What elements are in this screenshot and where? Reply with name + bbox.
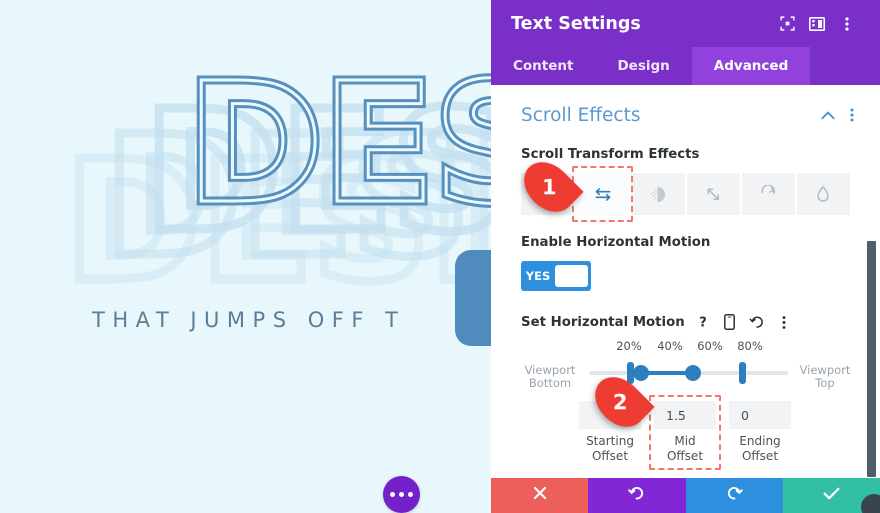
set-horizontal-motion-label: Set Horizontal Motion (521, 314, 685, 330)
headline-edge-shape (455, 250, 491, 346)
offset-fields: Starting Offset 1.5 Mid Offset 0 Ending … (491, 395, 880, 470)
ellipsis-icon (408, 492, 413, 497)
horizontal-motion-icon[interactable] (572, 166, 634, 222)
panel-scrollbar[interactable] (867, 241, 876, 477)
toggle-value: YES (525, 269, 551, 283)
slider-track[interactable] (589, 362, 788, 384)
scroll-effects-section-header: Scroll Effects (491, 85, 880, 127)
slider-handle-end[interactable] (739, 362, 746, 384)
horizontal-motion-slider[interactable]: 20% 40% 60% 80% Viewport Bottom Viewport… (491, 339, 880, 397)
starting-offset-caption-line1: Starting (586, 434, 634, 448)
resize-handle[interactable] (861, 494, 880, 513)
kebab-menu-icon[interactable] (840, 103, 864, 127)
design-headline-stack: DESIGN DESIGN DESIGN DESIGN DESIGN (0, 0, 491, 400)
viewport-top-line1: Viewport (799, 363, 851, 377)
page-subtitle: THAT JUMPS OFF T (92, 308, 406, 332)
redo-button[interactable] (685, 478, 783, 513)
cancel-button[interactable] (491, 478, 589, 513)
slider-handle-mid-low[interactable] (633, 365, 649, 381)
mobile-device-icon[interactable] (721, 313, 739, 331)
focus-frame-icon[interactable] (772, 9, 802, 39)
undo-button[interactable] (588, 478, 686, 513)
section-title: Scroll Effects (521, 104, 641, 126)
save-button[interactable] (782, 478, 880, 513)
scroll-transform-effects-label: Scroll Transform Effects (521, 147, 700, 162)
fade-icon[interactable] (631, 173, 685, 215)
enable-horizontal-motion-label: Enable Horizontal Motion (521, 235, 711, 250)
help-icon[interactable]: ? (694, 313, 712, 331)
mid-offset-input[interactable]: 1.5 (654, 401, 716, 429)
kebab-menu-icon[interactable] (832, 9, 862, 39)
slider-tick-20: 20% (616, 339, 642, 353)
viewport-bottom-line1: Viewport (524, 363, 576, 377)
rotate-icon[interactable] (741, 173, 795, 215)
slider-tick-80: 80% (737, 339, 763, 353)
redo-icon (726, 485, 743, 507)
tab-advanced[interactable]: Advanced (691, 47, 811, 85)
page-preview-canvas[interactable]: DESIGN DESIGN DESIGN DESIGN DESIGN THAT … (0, 0, 491, 513)
set-horizontal-motion-header: Set Horizontal Motion ? (491, 291, 880, 331)
viewport-top-line2: Top (815, 375, 835, 390)
text-settings-panel: Text Settings Content Design Advanced Sc… (491, 0, 880, 513)
starting-offset-caption: Starting Offset (579, 434, 641, 464)
viewport-bottom-label: Viewport Bottom (519, 364, 581, 389)
svg-text:?: ? (699, 316, 707, 331)
screenshot-root: DESIGN DESIGN DESIGN DESIGN DESIGN THAT … (0, 0, 880, 513)
kebab-menu-icon[interactable] (775, 313, 793, 331)
slider-tick-40: 40% (657, 339, 683, 353)
ellipsis-icon (399, 492, 404, 497)
ending-offset-caption: Ending Offset (729, 434, 791, 464)
check-icon (823, 487, 840, 505)
layout-panel-icon[interactable] (802, 9, 832, 39)
headline-inline: DESIGN (185, 48, 491, 241)
reset-icon[interactable] (748, 313, 766, 331)
blur-icon[interactable] (796, 173, 851, 215)
offset-inputs-row: Starting Offset 1.5 Mid Offset 0 Ending … (521, 395, 850, 470)
mid-offset-caption-line1: Mid (674, 434, 696, 448)
chevron-up-icon[interactable] (816, 103, 840, 127)
viewport-bottom-line2: Bottom (528, 375, 572, 390)
ending-offset-input[interactable]: 0 (729, 401, 791, 429)
close-icon (533, 486, 547, 505)
mid-offset-group: 1.5 Mid Offset (649, 395, 721, 470)
page-settings-fab[interactable] (383, 476, 420, 513)
ending-offset-caption-line1: Ending (739, 434, 781, 448)
panel-header: Text Settings (491, 0, 880, 47)
mid-offset-caption: Mid Offset (654, 434, 716, 464)
ellipsis-icon (390, 492, 395, 497)
annotation-marker-2-label: 2 (612, 390, 628, 414)
viewport-top-label: Viewport Top (794, 364, 856, 389)
toggle-knob (555, 265, 588, 287)
panel-tabs: Content Design Advanced (491, 47, 880, 85)
annotation-marker-1-label: 1 (541, 175, 557, 199)
mid-offset-caption-line2: Offset (666, 449, 704, 463)
undo-icon (628, 485, 645, 507)
slider-handle-mid-high[interactable] (685, 365, 701, 381)
panel-body: Scroll Effects Scroll Transform Effects (491, 85, 880, 483)
slider-tick-60: 60% (697, 339, 723, 353)
panel-title: Text Settings (511, 13, 641, 34)
enable-horizontal-motion-toggle[interactable]: YES (521, 261, 591, 291)
tab-design[interactable]: Design (595, 47, 691, 85)
scale-icon[interactable] (686, 173, 740, 215)
ending-offset-caption-line2: Offset (741, 449, 779, 463)
tab-content[interactable]: Content (491, 47, 595, 85)
starting-offset-caption-line2: Offset (591, 449, 629, 463)
ending-offset-group: 0 Ending Offset (729, 401, 791, 464)
panel-action-bar (491, 478, 880, 513)
